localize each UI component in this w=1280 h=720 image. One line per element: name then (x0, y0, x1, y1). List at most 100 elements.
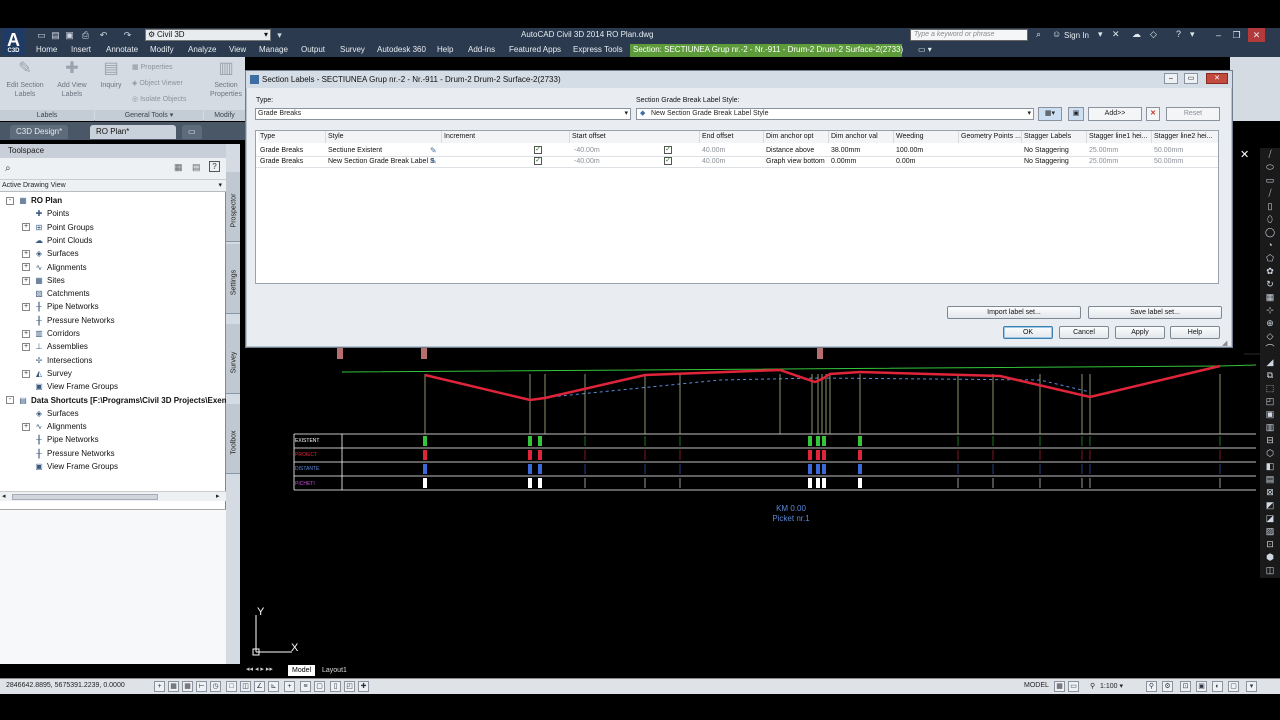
quick-view-drawings-icon[interactable]: ▭ (1068, 681, 1079, 692)
dynamic-ucs-icon[interactable]: ⊾ (268, 681, 279, 692)
tree-item[interactable]: + ▥ Corridors (22, 327, 80, 340)
tab-featured-apps[interactable]: Featured Apps (509, 44, 561, 57)
column-header[interactable]: Start offset (570, 131, 700, 143)
expand-icon[interactable]: + (22, 303, 30, 312)
cell-stagger-line2[interactable]: 50.00mm (1152, 145, 1218, 156)
ribbon-minimize-icon[interactable]: ▭ ▾ (918, 44, 932, 57)
isolate-objects-button[interactable]: ◎ Isolate Objects (132, 95, 186, 103)
table-row[interactable]: Grade Breaks Sectiune Existent -40.00m 40.0… (256, 145, 1218, 156)
search-input[interactable]: Type a keyword or phrase (910, 29, 1028, 41)
help-button[interactable]: Help (1170, 326, 1220, 339)
draw-tool-icon[interactable]: ⊡ (1263, 538, 1277, 550)
scroll-thumb[interactable] (12, 494, 158, 500)
tree-item[interactable]: + ◭ Survey (22, 367, 72, 380)
save-icon[interactable]: ▣ (64, 30, 75, 41)
new-tab-icon[interactable]: ▭ (182, 125, 202, 139)
infer-constraints-icon[interactable]: + (154, 681, 165, 692)
tree-item[interactable]: ╫ Pressure Networks (22, 314, 114, 327)
doc-tab-ro-plan[interactable]: RO Plan* (90, 125, 176, 139)
cell-type[interactable]: Grade Breaks (258, 145, 326, 156)
draw-tool-icon[interactable]: ⊕ (1263, 317, 1277, 329)
tree-item[interactable]: ▣ View Frame Groups (22, 380, 118, 393)
row-checkbox[interactable]: ✓ (664, 157, 672, 165)
inquiry-button[interactable]: ▤ Inquiry (96, 59, 126, 90)
expand-icon[interactable]: + (22, 369, 30, 378)
tree-item[interactable]: ✚ Points (22, 207, 70, 220)
close-icon[interactable]: ✕ (1240, 148, 1249, 161)
delete-icon[interactable]: ✕ (1146, 107, 1160, 121)
tree-item[interactable]: ☁ Point Clouds (22, 234, 92, 247)
sign-in-link[interactable]: Sign In (1064, 31, 1089, 40)
undo-icon[interactable]: ↶ (98, 30, 109, 41)
cell-dim-anchor-opt[interactable]: Graph view bottom (764, 156, 829, 167)
cell-geometry-points[interactable] (959, 156, 1022, 167)
draw-tool-icon[interactable]: ◧ (1263, 460, 1277, 472)
row-checkbox[interactable]: ✓ (534, 146, 542, 154)
apply-button[interactable]: Apply (1115, 326, 1165, 339)
properties-button[interactable]: ▦ Properties (132, 63, 172, 71)
cell-start-offset[interactable]: -40.00m (572, 145, 698, 156)
tree-item[interactable]: ◈ Surfaces (22, 407, 79, 420)
tab-survey[interactable]: Survey (340, 44, 365, 57)
draw-tool-icon[interactable]: ▯ (1263, 200, 1277, 212)
cell-geometry-points[interactable] (959, 145, 1022, 156)
tree-item[interactable]: + ∿ Alignments (22, 261, 87, 274)
draw-tool-icon[interactable]: ◢ (1263, 356, 1277, 368)
cell-stagger-line1[interactable]: 25.00mm (1087, 145, 1152, 156)
add-view-labels-button[interactable]: ✚ Add View Labels (52, 59, 92, 99)
resize-grip-icon[interactable]: ◢ (1222, 339, 1227, 347)
tree-item[interactable]: + ◈ Surfaces (22, 247, 79, 260)
style-edit-menu-button[interactable]: ▦▾ (1038, 107, 1062, 121)
section-properties-button[interactable]: ▥ Section Properties (208, 59, 244, 99)
column-header[interactable]: Stagger line1 hei... (1087, 131, 1152, 143)
column-header[interactable]: Style (326, 131, 442, 143)
expand-icon[interactable]: + (22, 223, 30, 232)
cell-dim-anchor-val[interactable]: 38.00mm (829, 145, 894, 156)
draw-tool-icon[interactable]: ◔ (1263, 239, 1277, 251)
style-edit-icon[interactable]: ✎ (430, 146, 437, 155)
toolspace-view-select[interactable]: Active Drawing View ▾ (0, 180, 226, 192)
draw-tool-icon[interactable]: ✿ (1263, 265, 1277, 277)
cell-end-offset[interactable]: 40.00m (700, 156, 764, 167)
3d-osnap-icon[interactable]: ◫ (240, 681, 251, 692)
application-menu-button[interactable]: A C3D (2, 28, 25, 55)
qat-dropdown-icon[interactable]: ▾ (274, 30, 285, 41)
draw-tool-icon[interactable]: ⧉ (1263, 369, 1277, 381)
draw-tool-icon[interactable]: ▭ (1263, 174, 1277, 186)
draw-tool-icon[interactable]: ◫ (1263, 564, 1277, 576)
cell-start-offset[interactable]: -40.00m (572, 156, 698, 167)
cell-weeding[interactable]: 0.00m (894, 156, 959, 167)
column-header[interactable]: Dim anchor val (829, 131, 894, 143)
layout-tab-layout1[interactable]: Layout1 (318, 665, 351, 676)
tab-view[interactable]: View (229, 44, 246, 57)
tree-horizontal-scrollbar[interactable]: ◂ ▸ (0, 491, 226, 501)
quick-properties-icon[interactable]: ▯ (330, 681, 341, 692)
ok-button[interactable]: OK (1003, 326, 1053, 339)
cloud-icon[interactable]: ☁ (1132, 29, 1141, 40)
draw-tool-icon[interactable]: ⬭ (1263, 161, 1277, 173)
cell-dim-anchor-opt[interactable]: Distance above (764, 145, 829, 156)
object-snap-icon[interactable]: □ (226, 681, 237, 692)
tab-add-ins[interactable]: Add-ins (468, 44, 495, 57)
draw-tool-icon[interactable]: ▤ (1263, 473, 1277, 485)
draw-tool-icon[interactable]: ◰ (1263, 395, 1277, 407)
tab-home[interactable]: Home (36, 44, 57, 57)
cell-dim-anchor-val[interactable]: 0.00mm (829, 156, 894, 167)
tab-help[interactable]: Help (437, 44, 453, 57)
quick-view-layouts-icon[interactable]: ▦ (1054, 681, 1065, 692)
workspace-select[interactable]: ⚙ Civil 3D ▾ (145, 29, 271, 41)
draw-tool-icon[interactable]: ◪ (1263, 512, 1277, 524)
cell-stagger-line2[interactable]: 50.00mm (1152, 156, 1218, 167)
tab-manage[interactable]: Manage (259, 44, 288, 57)
tab-analyze[interactable]: Analyze (188, 44, 216, 57)
row-checkbox[interactable]: ✓ (664, 146, 672, 154)
column-header[interactable]: Stagger Labels (1022, 131, 1087, 143)
side-tab-toolbox[interactable]: Toolbox (226, 404, 240, 474)
draw-tool-icon[interactable]: ▨ (1263, 525, 1277, 537)
draw-tool-icon[interactable]: ⌒ (1263, 343, 1277, 355)
hardware-acceleration-icon[interactable]: ▣ (1196, 681, 1207, 692)
object-snap-tracking-icon[interactable]: ∠ (254, 681, 265, 692)
cell-style[interactable]: Sectiune Existent (326, 145, 434, 156)
cell-style[interactable]: New Section Grade Break Label St... (326, 156, 434, 167)
expand-icon[interactable]: + (22, 250, 30, 259)
